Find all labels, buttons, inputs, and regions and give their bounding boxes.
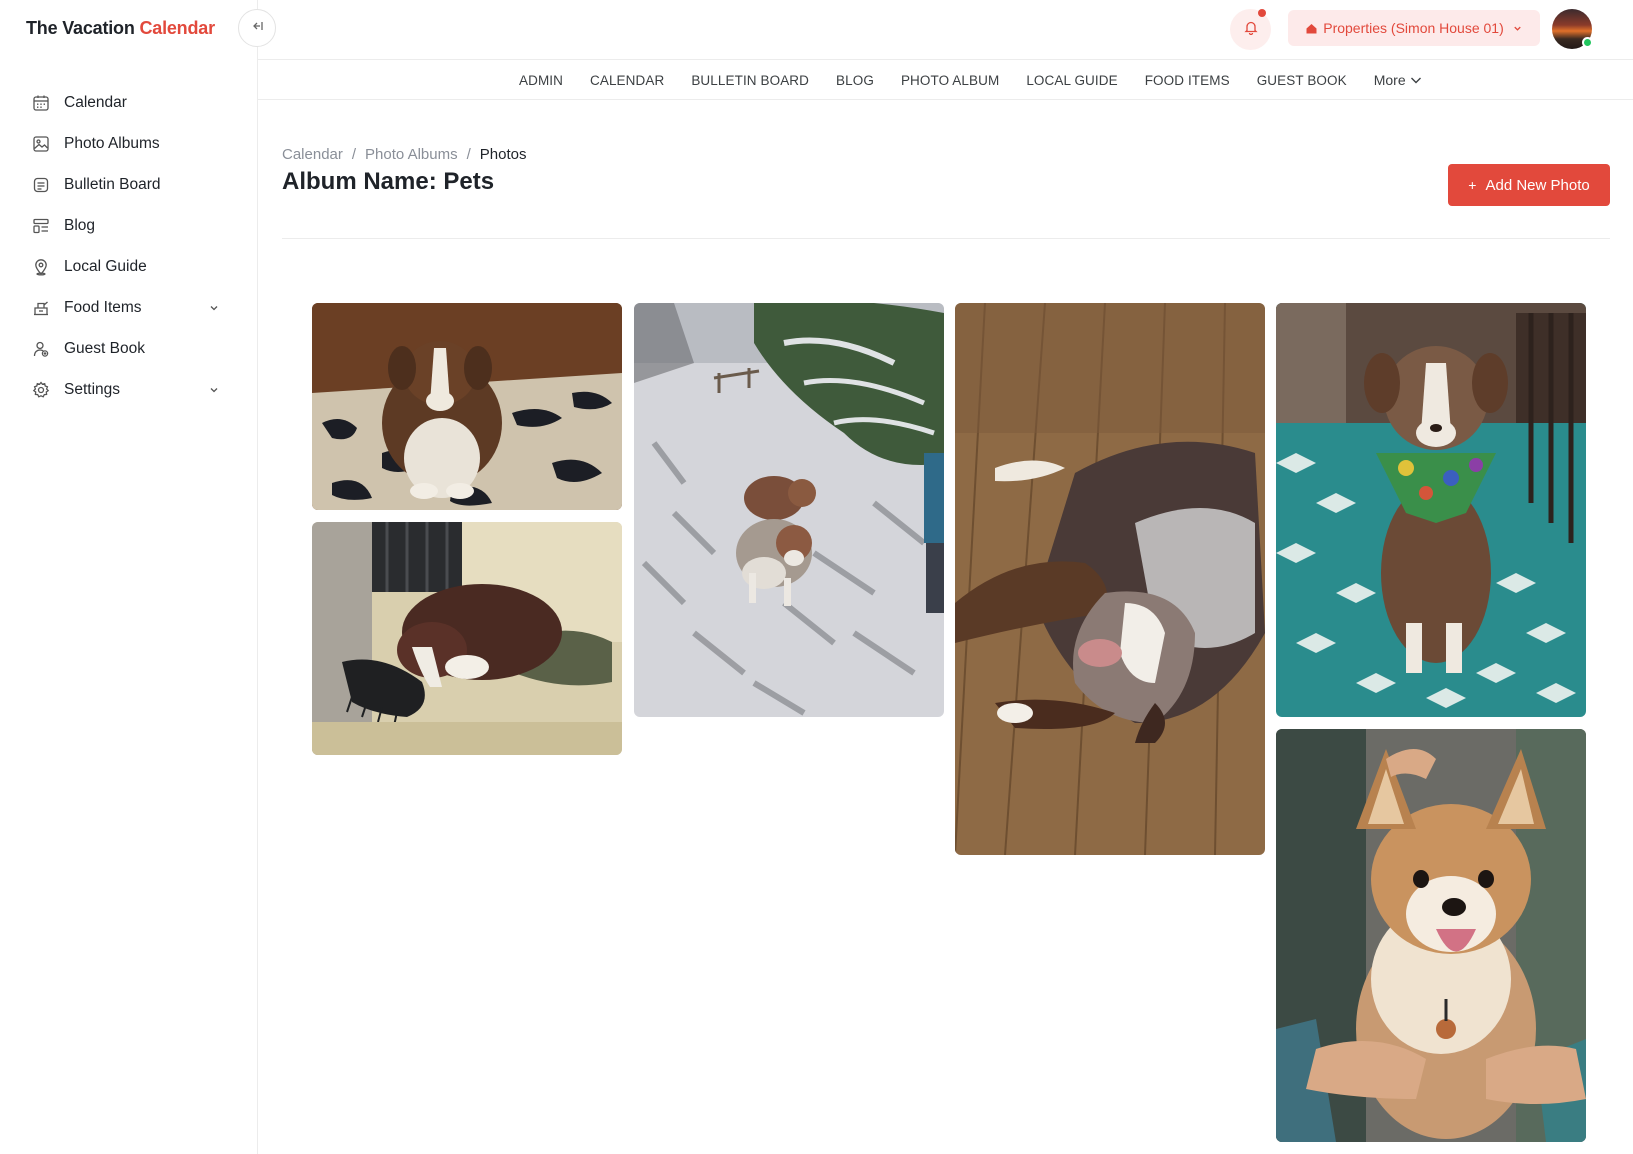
user-avatar[interactable] — [1552, 9, 1593, 49]
sidebar-item-label: Calendar — [64, 93, 127, 111]
menu-item-local-guide[interactable]: LOCAL GUIDE — [1026, 73, 1117, 88]
home-icon — [1305, 22, 1318, 35]
menu-item-blog[interactable]: BLOG — [836, 73, 874, 88]
plus-icon: + — [1468, 177, 1477, 193]
properties-label: Properties (Simon House 01) — [1323, 20, 1504, 36]
photo-card[interactable] — [312, 522, 622, 755]
sidebar-item-food-items[interactable]: Food Items — [0, 287, 258, 328]
menu-item-calendar[interactable]: CALENDAR — [590, 73, 664, 88]
add-new-photo-button[interactable]: + Add New Photo — [1448, 164, 1610, 206]
sidebar-item-label: Bulletin Board — [64, 175, 161, 193]
sidebar-item-guest-book[interactable]: Guest Book — [0, 328, 258, 369]
brand-logo[interactable]: The Vacation Calendar — [26, 18, 215, 39]
notifications-button[interactable] — [1230, 9, 1271, 50]
guest-icon — [32, 340, 50, 358]
breadcrumb-separator: / — [351, 146, 357, 163]
photo-dogs-in-snow — [634, 303, 944, 717]
photo-card[interactable] — [312, 303, 622, 510]
bell-icon — [1243, 19, 1259, 40]
blog-icon — [32, 217, 50, 235]
menu-item-bulletin-board[interactable]: BULLETIN BOARD — [691, 73, 809, 88]
sidebar-item-photo-albums[interactable]: Photo Albums — [0, 123, 258, 164]
sidebar-item-calendar[interactable]: Calendar — [0, 82, 258, 123]
sidebar-item-blog[interactable]: Blog — [0, 205, 258, 246]
add-new-photo-label: Add New Photo — [1485, 176, 1590, 194]
header-divider — [282, 238, 1610, 239]
photo-dog-on-floor — [955, 303, 1265, 855]
properties-dropdown[interactable]: Properties (Simon House 01) — [1288, 10, 1540, 46]
main-menu: ADMIN CALENDAR BULLETIN BOARD BLOG PHOTO… — [519, 60, 1423, 100]
menu-item-food-items[interactable]: FOOD ITEMS — [1145, 73, 1230, 88]
gear-icon — [32, 380, 50, 399]
sidebar-item-label: Settings — [64, 380, 121, 398]
menu-item-photo-album[interactable]: PHOTO ALBUM — [901, 73, 999, 88]
menu-more-dropdown[interactable]: More — [1374, 72, 1423, 88]
sidebar-item-label: Guest Book — [64, 339, 145, 357]
menu-more-label: More — [1373, 72, 1406, 88]
image-icon — [32, 135, 50, 153]
chevron-down-icon[interactable] — [208, 302, 220, 314]
online-status-indicator — [1582, 37, 1593, 48]
sidebar-item-bulletin-board[interactable]: Bulletin Board — [0, 164, 258, 205]
main-menu-bar: ADMIN CALENDAR BULLETIN BOARD BLOG PHOTO… — [258, 60, 1633, 100]
chevron-down-icon — [1512, 23, 1523, 34]
page-title: Album Name: Pets — [282, 168, 495, 195]
breadcrumb-separator: / — [466, 146, 471, 163]
calendar-icon — [32, 94, 50, 112]
board-icon — [32, 176, 50, 194]
sidebar-nav: Calendar Photo Albums Bulletin Board Blo… — [0, 82, 258, 410]
photo-dog-sleeping-couch — [312, 522, 622, 755]
collapse-left-icon — [250, 19, 264, 38]
menu-item-guest-book[interactable]: GUEST BOOK — [1257, 73, 1347, 88]
photo-puppy-with-bandana — [1276, 303, 1586, 717]
photo-corgi-held — [1276, 729, 1586, 1142]
sidebar-item-label: Local Guide — [64, 257, 147, 275]
sidebar-item-label: Photo Albums — [64, 134, 160, 152]
breadcrumb-link-calendar[interactable]: Calendar — [282, 146, 343, 163]
chevron-down-icon — [1409, 73, 1423, 87]
menu-item-admin[interactable]: ADMIN — [519, 73, 563, 88]
brand-name-part1: The Vacation — [26, 18, 135, 38]
brand-name-part2: Calendar — [139, 18, 215, 38]
photo-puppy-on-rug — [312, 303, 622, 510]
sidebar-item-settings[interactable]: Settings — [0, 369, 258, 410]
chevron-down-icon[interactable] — [208, 384, 220, 396]
sidebar: The Vacation Calendar Calendar Photo Alb… — [0, 0, 258, 1154]
sidebar-item-local-guide[interactable]: Local Guide — [0, 246, 258, 287]
notification-badge — [1258, 9, 1266, 17]
breadcrumb-current: Photos — [479, 146, 527, 163]
photo-card[interactable] — [634, 303, 944, 717]
breadcrumb: Calendar / Photo Albums / Photos — [282, 146, 526, 163]
photo-card[interactable] — [955, 303, 1265, 855]
sidebar-item-label: Blog — [64, 216, 96, 234]
top-bar: Properties (Simon House 01) — [258, 0, 1633, 60]
sidebar-collapse-button[interactable] — [238, 9, 276, 47]
breadcrumb-link-photo-albums[interactable]: Photo Albums — [365, 146, 458, 163]
food-icon — [32, 299, 50, 317]
photo-card[interactable] — [1276, 303, 1586, 717]
photo-card[interactable] — [1276, 729, 1586, 1142]
map-pin-icon — [32, 258, 50, 276]
sidebar-item-label: Food Items — [64, 298, 142, 316]
